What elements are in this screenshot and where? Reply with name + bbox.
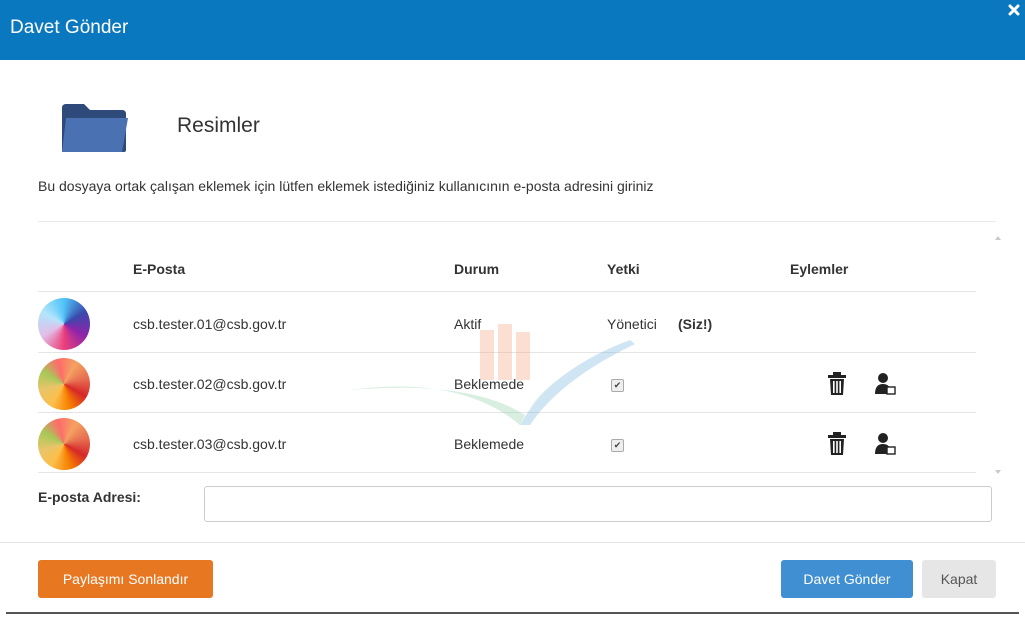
row-self-note: (Siz!) <box>678 316 713 332</box>
divider <box>38 472 976 473</box>
end-sharing-button[interactable]: Paylaşımı Sonlandır <box>38 560 213 598</box>
table-scrollbar[interactable] <box>992 230 1004 480</box>
table-row: csb.tester.02@csb.gov.tr Beklemede ✔ <box>38 352 976 412</box>
user-transfer-icon[interactable] <box>874 371 896 397</box>
folder-name: Resimler <box>177 114 260 137</box>
trash-icon[interactable] <box>826 371 848 397</box>
row-email: csb.tester.01@csb.gov.tr <box>133 316 287 332</box>
table-row: csb.tester.01@csb.gov.tr Aktif Yönetici … <box>38 292 976 352</box>
row-permission: Yönetici <box>607 316 657 332</box>
close-button[interactable]: Kapat <box>922 560 996 598</box>
permission-checkbox[interactable]: ✔ <box>611 379 624 392</box>
trash-icon[interactable] <box>826 431 848 457</box>
row-status: Aktif <box>454 316 482 332</box>
user-transfer-icon[interactable] <box>874 431 896 457</box>
folder-icon <box>60 102 130 154</box>
row-email: csb.tester.03@csb.gov.tr <box>133 436 287 452</box>
column-header-actions: Eylemler <box>790 261 849 277</box>
avatar <box>38 418 90 470</box>
divider <box>38 221 996 222</box>
divider <box>0 542 1025 543</box>
row-email: csb.tester.02@csb.gov.tr <box>133 376 287 392</box>
row-status: Beklemede <box>454 436 525 452</box>
email-label: E-posta Adresi: <box>38 489 141 505</box>
avatar <box>38 358 90 410</box>
modal-bottom-edge <box>6 612 1019 614</box>
scroll-down-icon[interactable] <box>995 470 1001 474</box>
table-row: csb.tester.03@csb.gov.tr Beklemede ✔ <box>38 412 976 472</box>
send-invite-button[interactable]: Davet Gönder <box>781 560 913 598</box>
instruction-text: Bu dosyaya ortak çalışan eklemek için lü… <box>38 178 654 194</box>
scroll-up-icon[interactable] <box>995 236 1001 240</box>
column-header-status: Durum <box>454 261 500 277</box>
row-status: Beklemede <box>454 376 525 392</box>
permission-checkbox[interactable]: ✔ <box>611 439 624 452</box>
close-icon[interactable] <box>1006 2 1022 18</box>
collaborators-table: E-Posta Durum Yetki Eylemler csb.tester.… <box>38 230 976 473</box>
email-input[interactable] <box>204 486 992 522</box>
modal-header: Davet Gönder <box>0 0 1025 60</box>
column-header-email: E-Posta <box>133 261 186 277</box>
modal-title: Davet Gönder <box>10 17 129 38</box>
column-header-permission: Yetki <box>607 261 640 277</box>
avatar <box>38 298 90 350</box>
